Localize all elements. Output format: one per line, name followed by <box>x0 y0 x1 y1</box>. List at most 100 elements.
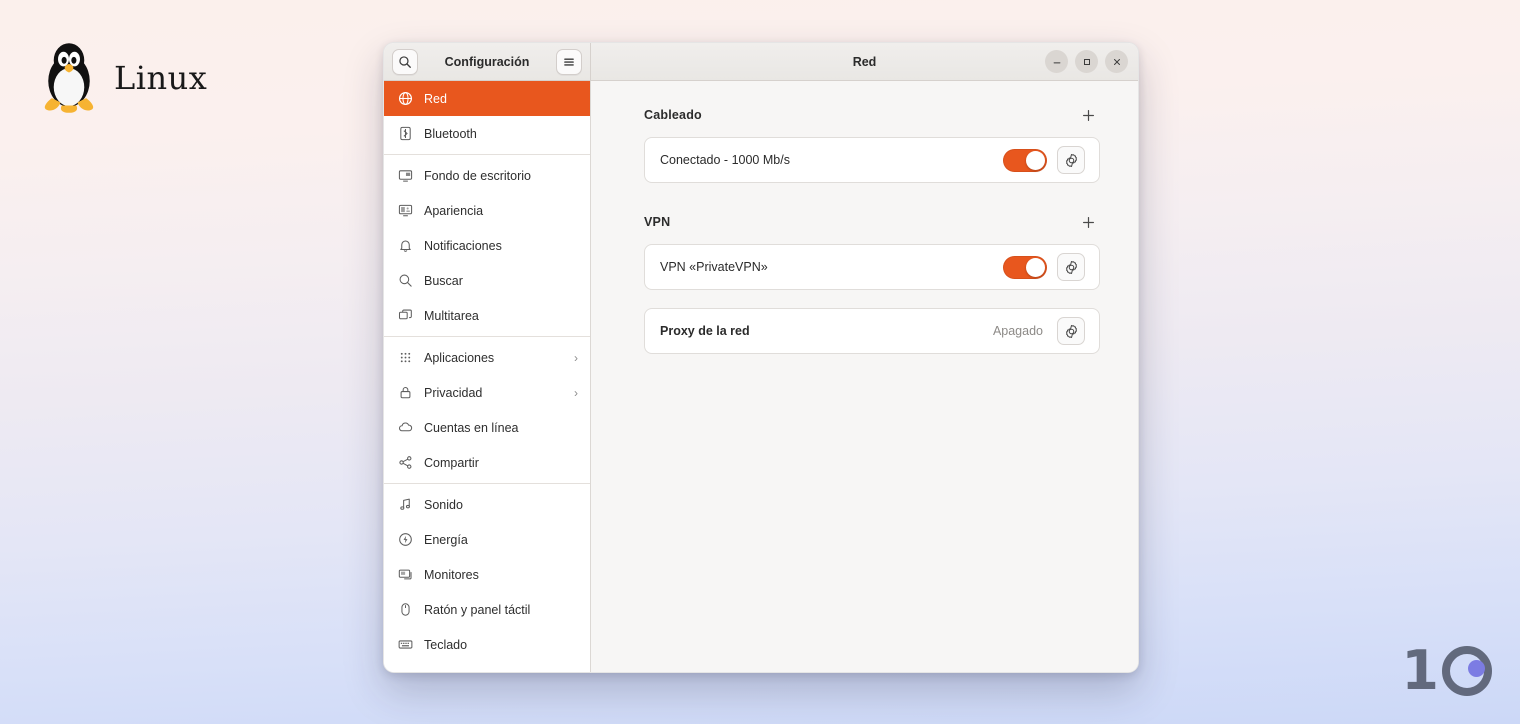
sidebar-item-sonido[interactable]: Sonido <box>384 487 590 522</box>
appearance-icon <box>397 203 413 219</box>
sidebar-item-label: Notificaciones <box>424 238 502 253</box>
brand-label: Linux <box>114 59 208 97</box>
apps-grid-icon <box>397 350 413 366</box>
sidebar-item-label: Aplicaciones <box>424 350 495 365</box>
sidebar-item-label: Compartir <box>424 455 479 470</box>
sidebar-item-impresoras[interactable]: Impresoras <box>384 662 590 672</box>
network-globe-icon <box>397 91 413 107</box>
sidebar-divider <box>384 483 590 484</box>
main-menu-button[interactable] <box>556 48 582 75</box>
bluetooth-icon <box>397 126 413 142</box>
settings-window: Configuración Red Red Bluetooth Fondo de… <box>383 42 1139 673</box>
keyboard-icon <box>397 637 413 653</box>
sidebar-item-buscar[interactable]: Buscar <box>384 263 590 298</box>
gear-icon <box>1065 153 1077 167</box>
sidebar-item-label: Buscar <box>424 273 463 288</box>
toggle-knob <box>1026 257 1045 277</box>
sidebar-item-red[interactable]: Red <box>384 81 590 116</box>
minimize-button[interactable] <box>1045 50 1068 73</box>
sidebar-item-label: Cuentas en línea <box>424 420 519 435</box>
window-controls <box>1045 43 1128 80</box>
sidebar-divider <box>384 336 590 337</box>
linux-tux-logo-icon <box>44 43 94 113</box>
add-vpn-button[interactable] <box>1076 210 1100 234</box>
wired-status-label: Conectado - 1000 Mb/s <box>660 153 790 167</box>
proxy-status: Apagado <box>992 324 1043 338</box>
wired-section-header: Cableado <box>644 103 1100 127</box>
chevron-right-icon: › <box>574 385 578 400</box>
sidebar-item-label: Privacidad <box>424 385 483 400</box>
network-proxy-row[interactable]: Proxy de la red Apagado <box>644 308 1100 354</box>
close-icon <box>1113 58 1120 65</box>
titlebar-main-section: Red <box>591 43 1138 80</box>
maximize-button[interactable] <box>1075 50 1098 73</box>
sidebar-item-compartir[interactable]: Compartir <box>384 445 590 480</box>
settings-sidebar: Red Bluetooth Fondo de escritorio Aparie… <box>384 81 591 672</box>
sidebar-item-aplicaciones[interactable]: Aplicaciones › <box>384 340 590 375</box>
search-icon <box>397 273 413 289</box>
toggle-knob <box>1026 150 1045 170</box>
sidebar-item-notificaciones[interactable]: Notificaciones <box>384 228 590 263</box>
vpn-connection-row: VPN «PrivateVPN» <box>644 244 1100 290</box>
vpn-toggle[interactable] <box>1003 255 1047 279</box>
sidebar-item-label: Energía <box>424 532 468 547</box>
hamburger-menu-icon <box>564 58 574 66</box>
sidebar-item-raton-y-panel-tactil[interactable]: Ratón y panel táctil <box>384 592 590 627</box>
minimize-icon <box>1053 61 1060 63</box>
window-body: Red Bluetooth Fondo de escritorio Aparie… <box>384 81 1138 672</box>
close-button[interactable] <box>1105 50 1128 73</box>
search-button[interactable] <box>392 48 418 75</box>
gear-icon <box>1065 260 1077 274</box>
mouse-icon <box>397 602 413 618</box>
sidebar-item-monitores[interactable]: Monitores <box>384 557 590 592</box>
sidebar-item-energia[interactable]: Energía <box>384 522 590 557</box>
chevron-right-icon: › <box>574 350 578 365</box>
sidebar-item-label: Teclado <box>424 637 468 652</box>
vpn-section-title: VPN <box>644 215 671 229</box>
vpn-section-header: VPN <box>644 210 1100 234</box>
vpn-settings-button[interactable] <box>1057 253 1085 281</box>
wired-connection-row: Conectado - 1000 Mb/s <box>644 137 1100 183</box>
printer-icon <box>397 672 413 673</box>
window-titlebar: Configuración Red <box>384 43 1138 81</box>
sidebar-item-privacidad[interactable]: Privacidad › <box>384 375 590 410</box>
lock-icon <box>397 385 413 401</box>
sidebar-item-multitarea[interactable]: Multitarea <box>384 298 590 333</box>
sidebar-item-label: Apariencia <box>424 203 484 218</box>
sidebar-item-teclado[interactable]: Teclado <box>384 627 590 662</box>
sidebar-item-label: Multitarea <box>424 308 479 323</box>
sidebar-item-label: Fondo de escritorio <box>424 168 532 183</box>
watermark-digit-zero <box>1442 646 1492 696</box>
share-nodes-icon <box>397 455 413 471</box>
desktop-brand: Linux <box>38 42 207 114</box>
gear-icon <box>1065 324 1077 338</box>
sidebar-item-fondo-de-escritorio[interactable]: Fondo de escritorio <box>384 158 590 193</box>
sidebar-item-cuentas-en-linea[interactable]: Cuentas en línea <box>384 410 590 445</box>
watermark-digit-one: 1 <box>1401 639 1439 702</box>
network-settings-panel: Cableado Conectado - 1000 Mb/s VPN VPN «… <box>591 81 1138 672</box>
bell-icon <box>397 238 413 254</box>
search-icon <box>399 55 411 68</box>
vpn-name-label: VPN «PrivateVPN» <box>660 260 768 274</box>
sidebar-item-bluetooth[interactable]: Bluetooth <box>384 116 590 151</box>
sidebar-item-label: Sonido <box>424 497 463 512</box>
sidebar-item-label: Bluetooth <box>424 126 477 141</box>
displays-icon <box>397 567 413 583</box>
plus-icon <box>1082 109 1094 121</box>
wallpaper-monitor-icon <box>397 168 413 184</box>
sidebar-item-label: Ratón y panel táctil <box>424 602 531 617</box>
power-bolt-icon <box>397 532 413 548</box>
wired-settings-button[interactable] <box>1057 146 1085 174</box>
app-title: Configuración <box>444 54 530 69</box>
sidebar-item-apariencia[interactable]: Apariencia <box>384 193 590 228</box>
add-wired-connection-button[interactable] <box>1076 103 1100 127</box>
titlebar-sidebar-section: Configuración <box>384 43 591 80</box>
sidebar-item-label: Red <box>424 91 447 106</box>
cloud-icon <box>397 420 413 436</box>
sidebar-divider <box>384 154 590 155</box>
wired-toggle[interactable] <box>1003 148 1047 172</box>
proxy-label: Proxy de la red <box>660 324 750 338</box>
proxy-settings-button[interactable] <box>1057 317 1085 345</box>
